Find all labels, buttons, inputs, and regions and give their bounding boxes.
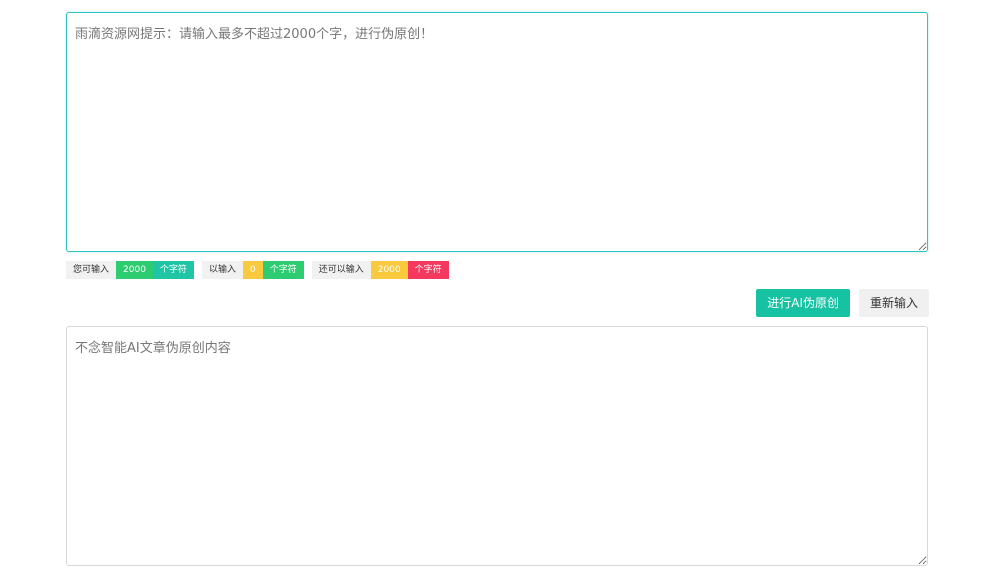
counter-label: 还可以输入: [311, 261, 371, 279]
counter-value: 2000: [116, 261, 153, 279]
ai-rewrite-button[interactable]: 进行AI伪原创: [756, 289, 850, 317]
counter-value: 0: [242, 261, 263, 279]
counter-entered: 以输入 0 个字符: [201, 261, 304, 279]
counter-label: 您可输入: [66, 261, 117, 279]
counter-remaining: 还可以输入 2000 个字符: [311, 261, 449, 279]
reset-button[interactable]: 重新输入: [858, 289, 929, 317]
counter-allowed: 您可输入 2000 个字符: [66, 261, 194, 279]
source-text-input[interactable]: [66, 12, 928, 252]
counter-value: 2000: [370, 261, 408, 279]
counter-label: 以输入: [201, 261, 243, 279]
counter-unit: 个字符: [152, 261, 194, 279]
counter-unit: 个字符: [407, 261, 449, 279]
character-counters: 您可输入 2000 个字符 以输入 0 个字符 还可以输入 2000 个字符: [66, 261, 457, 279]
counter-unit: 个字符: [262, 261, 304, 279]
rewrite-output-area[interactable]: [66, 326, 928, 566]
action-buttons: 进行AI伪原创 重新输入: [756, 289, 929, 317]
